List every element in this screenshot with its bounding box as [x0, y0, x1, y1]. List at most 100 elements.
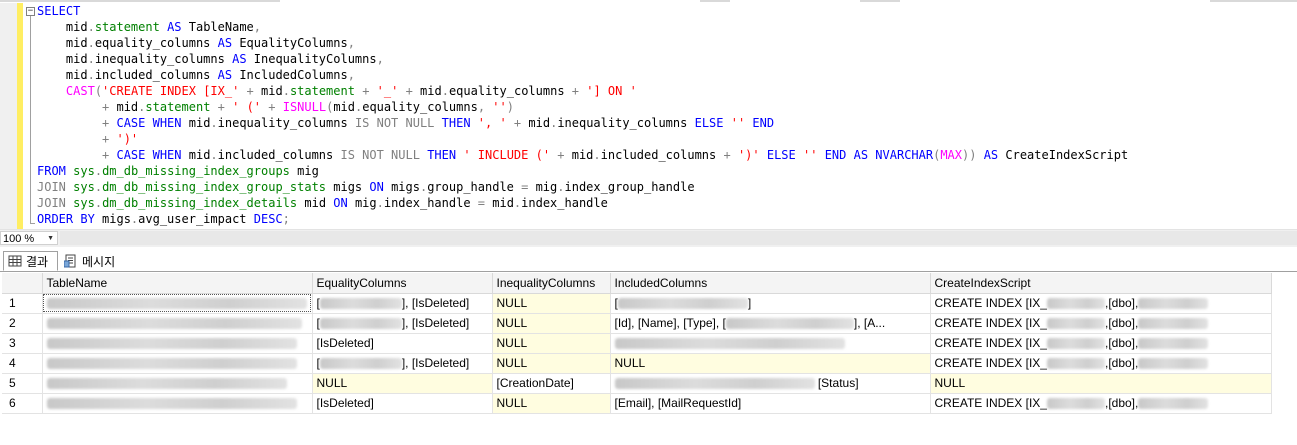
cell-text: ,[dbo],	[1104, 396, 1139, 410]
grid-corner[interactable]	[2, 273, 43, 294]
cell-tablename[interactable]	[42, 333, 313, 354]
code-line[interactable]: FROM sys.dm_db_missing_index_groups mig	[37, 163, 1128, 179]
cell-createindexscript[interactable]: CREATE INDEX [IX_ ,[dbo],	[930, 353, 1272, 374]
cell-inequalitycolumns[interactable]: NULL	[492, 313, 611, 334]
column-header-tablename[interactable]: TableName	[42, 273, 313, 294]
cell-text: ,[dbo],	[1104, 356, 1139, 370]
zoom-select[interactable]: 100 % ▼	[0, 231, 58, 245]
cell-tablename[interactable]	[42, 293, 313, 314]
row-number[interactable]: 5	[2, 373, 43, 394]
cell-includedcolumns[interactable]: [Status]	[610, 373, 931, 394]
code-line[interactable]: ORDER BY migs.avg_user_impact DESC;	[37, 211, 1128, 227]
redacted-text	[1138, 338, 1209, 350]
cell-tablename[interactable]	[42, 353, 313, 374]
code-token: +	[261, 100, 283, 114]
chevron-down-icon[interactable]: ▼	[47, 232, 54, 246]
sql-code[interactable]: SELECT mid.statement AS TableName, mid.e…	[37, 3, 1128, 227]
table-row[interactable]: 5 NULL [CreationDate] [Status] NULL	[2, 373, 1272, 394]
cell-inequalitycolumns[interactable]: NULL	[492, 393, 611, 414]
code-line[interactable]: JOIN sys.dm_db_missing_index_details mid…	[37, 195, 1128, 211]
code-token: equality_columns	[362, 100, 478, 114]
tab-results[interactable]: 결과	[3, 251, 58, 271]
cell-tablename[interactable]	[42, 313, 313, 334]
code-line[interactable]: mid.statement AS TableName,	[37, 19, 1128, 35]
column-header-includedcolumns[interactable]: IncludedColumns	[610, 273, 931, 294]
cell-createindexscript[interactable]: CREATE INDEX [IX_ ,[dbo],	[930, 393, 1272, 414]
cell-equalitycolumns[interactable]: [], [IsDeleted]	[312, 313, 493, 334]
table-row[interactable]: 4[], [IsDeleted] NULL NULL CREATE INDEX [IX…	[2, 353, 1272, 374]
code-line[interactable]: mid.equality_columns AS EqualityColumns,	[37, 35, 1128, 51]
horizontal-scrollbar[interactable]	[60, 231, 1297, 245]
cell-includedcolumns[interactable]	[610, 333, 931, 354]
cell-inequalitycolumns[interactable]: NULL	[492, 293, 611, 314]
table-row[interactable]: 2 [], [IsDeleted] NULL [Id], [Name], [Type]…	[2, 313, 1272, 334]
row-number[interactable]: 2	[2, 313, 43, 334]
code-token: .	[94, 180, 103, 194]
row-number[interactable]: 1	[2, 293, 43, 314]
cell-text: NULL	[316, 376, 348, 390]
code-token: mid	[485, 196, 514, 210]
code-line[interactable]: JOIN sys.dm_db_missing_index_group_stats…	[37, 179, 1128, 195]
cell-createindexscript[interactable]: CREATE INDEX [IX_ ,[dbo],	[930, 293, 1272, 314]
query-editor[interactable]: − SELECT mid.statement AS TableName, mid…	[0, 3, 1297, 229]
cell-text: ], [IsDeleted]	[401, 296, 470, 310]
column-header-equalitycolumns[interactable]: EqualityColumns	[312, 273, 493, 294]
cell-inequalitycolumns[interactable]: [CreationDate]	[492, 373, 611, 394]
code-line[interactable]: CAST('CREATE INDEX [IX_' + mid.statement…	[37, 83, 1128, 99]
code-token: +	[239, 84, 262, 98]
code-token: statement	[145, 100, 211, 114]
code-token: ' INCLUDE ('	[463, 148, 551, 162]
code-token: (	[94, 84, 103, 98]
cell-createindexscript[interactable]: CREATE INDEX [IX_ ,[dbo],	[930, 313, 1272, 334]
cell-includedcolumns[interactable]: NULL	[610, 353, 931, 374]
code-line[interactable]: mid.inequality_columns AS InequalityColu…	[37, 51, 1128, 67]
code-line[interactable]: mid.included_columns AS IncludedColumns,	[37, 67, 1128, 83]
code-token: migs	[326, 180, 370, 194]
cell-includedcolumns[interactable]: [Email], [MailRequestId]	[610, 393, 931, 414]
cell-createindexscript[interactable]: NULL	[930, 373, 1272, 394]
cell-equalitycolumns[interactable]: [IsDeleted]	[312, 333, 493, 354]
redacted-text	[46, 358, 297, 370]
code-line[interactable]: SELECT	[37, 3, 1128, 19]
code-line[interactable]: + CASE WHEN mid.inequality_columns IS NO…	[37, 115, 1128, 131]
code-line[interactable]: + ')'	[37, 131, 1128, 147]
code-token: index_handle	[521, 196, 608, 210]
column-header-inequalitycolumns[interactable]: InequalityColumns	[492, 273, 611, 294]
cell-createindexscript[interactable]: CREATE INDEX [IX_ ,[dbo],	[930, 333, 1272, 354]
code-token: )	[506, 100, 514, 114]
redacted-text	[319, 358, 402, 370]
cell-tablename[interactable]	[42, 373, 313, 394]
code-token: inequality_columns	[94, 52, 233, 66]
code-token: AS	[232, 52, 247, 66]
cell-equalitycolumns[interactable]: [IsDeleted]	[312, 393, 493, 414]
cell-equalitycolumns[interactable]: NULL	[312, 373, 493, 394]
results-grid[interactable]: TableName EqualityColumns InequalityColu…	[2, 273, 1272, 414]
code-line[interactable]: + mid.statement + ' (' + ISNULL(mid.equa…	[37, 99, 1128, 115]
column-header-createindexscript[interactable]: CreateIndexScript	[930, 273, 1272, 294]
code-line[interactable]: + CASE WHEN mid.included_columns IS NOT …	[37, 147, 1128, 163]
cell-includedcolumns[interactable]: [Id], [Name], [Type], [], [A...	[610, 313, 931, 334]
row-number[interactable]: 6	[2, 393, 43, 414]
code-token: mig	[528, 180, 558, 194]
cell-text: CREATE INDEX [IX_	[934, 316, 1047, 330]
table-row[interactable]: 1 [], [IsDeleted] NULL [] CREATE INDEX [IX_,…	[2, 293, 1272, 314]
collapse-icon[interactable]: −	[26, 7, 35, 16]
code-token: EqualityColumns	[232, 36, 348, 50]
code-token: index_handle	[383, 196, 478, 210]
row-number[interactable]: 3	[2, 333, 43, 354]
code-token: included_columns	[94, 68, 218, 82]
tab-messages[interactable]: 메시지	[62, 251, 130, 271]
code-token: dm_db_missing_index_details	[102, 196, 298, 210]
cell-inequalitycolumns[interactable]: NULL	[492, 333, 611, 354]
code-token: END	[752, 116, 775, 130]
cell-equalitycolumns[interactable]: [], [IsDeleted]	[312, 293, 493, 314]
row-number[interactable]: 4	[2, 353, 43, 374]
code-token: +	[102, 100, 117, 114]
cell-includedcolumns[interactable]: []	[610, 293, 931, 314]
cell-equalitycolumns[interactable]: [], [IsDeleted]	[312, 353, 493, 374]
table-row[interactable]: 3 [IsDeleted] NULL CREATE INDEX [IX_ ,[dbo],	[2, 333, 1272, 354]
cell-tablename[interactable]	[42, 393, 313, 414]
cell-inequalitycolumns[interactable]: NULL	[492, 353, 611, 374]
table-row[interactable]: 6 [IsDeleted] NULL [Email], [MailRequestId]…	[2, 393, 1272, 414]
